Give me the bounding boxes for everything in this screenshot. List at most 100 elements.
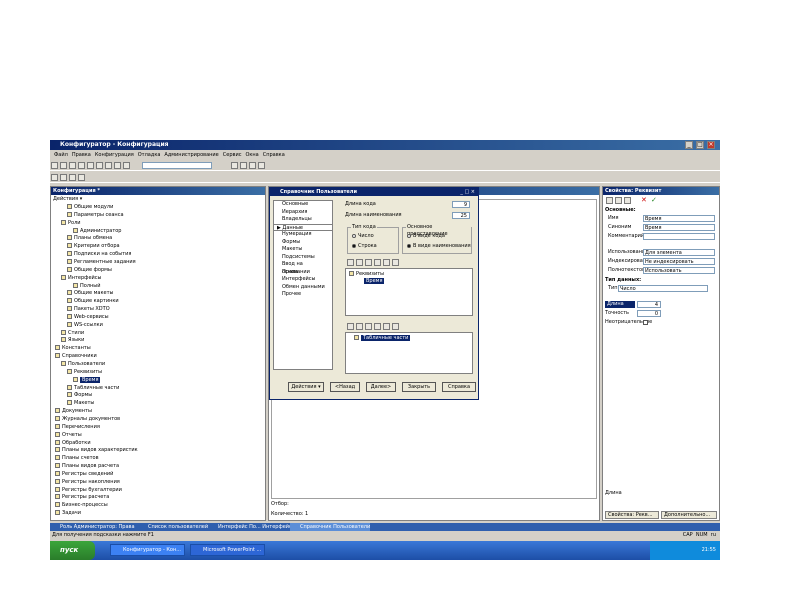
tree-item[interactable]: Планы видов характеристик	[55, 447, 138, 453]
back-button[interactable]: <Назад	[330, 382, 360, 392]
tree-item[interactable]: Задачи	[55, 510, 81, 516]
view-as-code[interactable]: В виде кода	[407, 233, 445, 240]
cancel-icon[interactable]: ✕	[641, 196, 647, 204]
tree-item[interactable]: Время	[73, 376, 101, 383]
attribute-item[interactable]: Время	[364, 278, 385, 284]
tree-item[interactable]: Подписки на события	[67, 251, 131, 257]
tree-item[interactable]: Регистры бухгалтерии	[55, 486, 122, 493]
dialog-nav-item[interactable]: Нумерация	[274, 231, 332, 239]
dialog-nav-item[interactable]: Подсистемы	[274, 254, 332, 262]
copy-attribute-icon[interactable]	[365, 259, 372, 266]
name-length-field[interactable]: 25	[452, 212, 470, 219]
tree-item[interactable]: WS-ссылки	[67, 321, 103, 328]
menu-item-4[interactable]: Администрирование	[164, 152, 218, 158]
tree-item[interactable]: Константы	[55, 345, 91, 351]
code-length-field[interactable]: 9	[452, 201, 470, 208]
tree-item[interactable]: Интерфейсы	[61, 274, 101, 281]
window-tab[interactable]: Интерфейс По... Интерфейс	[208, 523, 292, 531]
dialog-nav-item[interactable]: Владельцы	[274, 216, 332, 224]
play-icon[interactable]	[78, 174, 85, 181]
dialog-window-controls[interactable]: _ □ ×	[460, 188, 475, 196]
module-icon[interactable]	[60, 174, 67, 181]
dialog-nav-item[interactable]: ▶ Данные	[274, 223, 332, 231]
window-tab[interactable]: Список пользователей	[138, 523, 208, 531]
type-select[interactable]: Число	[618, 285, 708, 292]
tree-item[interactable]: Роли	[61, 219, 81, 226]
tree-item[interactable]: Полный	[73, 282, 100, 289]
window-tab[interactable]: Справочник Пользователи	[290, 523, 371, 531]
tree-item[interactable]: Табличные части	[67, 384, 119, 391]
tree-item[interactable]: Регистры расчета	[55, 494, 109, 500]
usage-select[interactable]: Для элемента	[643, 249, 715, 256]
tabular-parts-tree[interactable]: Табличные части	[345, 332, 473, 374]
next-button[interactable]: Далее>	[366, 382, 396, 392]
new-file-icon[interactable]	[51, 162, 58, 169]
menu-item-2[interactable]: Конфигурация	[95, 152, 134, 158]
precision-field[interactable]: 0	[637, 310, 661, 317]
menu-item-0[interactable]: Файл	[54, 152, 68, 158]
tree-item[interactable]: Документы	[55, 408, 92, 414]
code-type-string[interactable]: Строка	[352, 243, 377, 250]
nonnegative-checkbox[interactable]	[643, 320, 648, 325]
menu-item-3[interactable]: Отладка	[138, 152, 161, 158]
menu-item-7[interactable]: Справка	[263, 152, 285, 158]
fulltext-select[interactable]: Использовать	[643, 267, 715, 274]
tree-item[interactable]: Реквизиты	[67, 368, 102, 375]
move-up-icon[interactable]	[374, 259, 381, 266]
menu-item-5[interactable]: Сервис	[223, 152, 242, 158]
dialog-nav-item[interactable]: Ввод на основании	[274, 261, 332, 275]
redo-icon[interactable]	[114, 162, 121, 169]
tree-item[interactable]: Журналы документов	[55, 415, 120, 422]
dialog-nav-item[interactable]: Иерархия	[274, 209, 332, 217]
code-type-number[interactable]: Число	[352, 233, 374, 240]
view-as-name[interactable]: В виде наименования	[407, 243, 471, 250]
config-icon[interactable]	[249, 162, 256, 169]
tab-properties[interactable]: Свойства: Рекв...	[605, 511, 659, 519]
tree-item[interactable]: Стили	[61, 329, 84, 336]
categorize-icon[interactable]	[615, 197, 622, 204]
tree-item[interactable]: Перечисления	[55, 423, 100, 430]
task-configurator[interactable]: Конфигуратор - Кон...	[110, 544, 185, 556]
table-up-icon[interactable]	[374, 323, 381, 330]
tabular-parts-item[interactable]: Табличные части	[354, 335, 411, 341]
tree-item[interactable]: Критерии отбора	[67, 243, 120, 249]
tree-item[interactable]: Общие модули	[67, 204, 113, 210]
tab-additional[interactable]: Дополнительно...	[661, 511, 717, 519]
dialog-nav-item[interactable]: Прочее	[274, 291, 332, 299]
tree-item[interactable]: Параметры сеанса	[67, 211, 124, 218]
debug-icon[interactable]	[231, 162, 238, 169]
open-icon[interactable]	[60, 162, 67, 169]
tree-item[interactable]: Общие макеты	[67, 290, 113, 296]
sort-icon[interactable]	[606, 197, 613, 204]
menu-item-6[interactable]: Окна	[245, 152, 258, 158]
start-button[interactable]: пуск	[50, 541, 95, 560]
close-icon[interactable]: ×	[707, 141, 715, 149]
apply-icon[interactable]: ✓	[651, 196, 657, 204]
tree-item[interactable]: Справочники	[55, 353, 97, 359]
maximize-icon[interactable]: □	[696, 141, 704, 149]
attributes-root[interactable]: Реквизиты	[349, 271, 384, 277]
dialog-nav-item[interactable]: Интерфейсы	[274, 276, 332, 284]
minimize-icon[interactable]: _	[685, 141, 693, 149]
add-table-icon[interactable]	[347, 323, 354, 330]
name-field[interactable]: Время	[643, 215, 715, 222]
tree-item[interactable]: Планы обмена	[67, 235, 112, 241]
dialog-nav-item[interactable]: Основные	[274, 201, 332, 209]
task-powerpoint[interactable]: Microsoft PowerPoint ...	[190, 544, 265, 556]
tree-item[interactable]: Бизнес-процессы	[55, 502, 108, 508]
cut-icon[interactable]	[78, 162, 85, 169]
find-icon[interactable]	[123, 162, 130, 169]
add-attribute-icon[interactable]	[347, 259, 354, 266]
edit-table-icon[interactable]	[356, 323, 363, 330]
run-icon[interactable]	[240, 162, 247, 169]
dialog-nav-item[interactable]: Обмен данными	[274, 284, 332, 292]
dialog-nav-item[interactable]: Формы	[274, 239, 332, 247]
tree-item[interactable]: Макеты	[67, 400, 94, 406]
actions-menu[interactable]: Действия ▾	[53, 196, 82, 203]
save-icon[interactable]	[69, 162, 76, 169]
edit-attribute-icon[interactable]	[356, 259, 363, 266]
table-down-icon[interactable]	[383, 323, 390, 330]
tree-item[interactable]: Языки	[61, 337, 84, 343]
paste-icon[interactable]	[96, 162, 103, 169]
move-down-icon[interactable]	[383, 259, 390, 266]
